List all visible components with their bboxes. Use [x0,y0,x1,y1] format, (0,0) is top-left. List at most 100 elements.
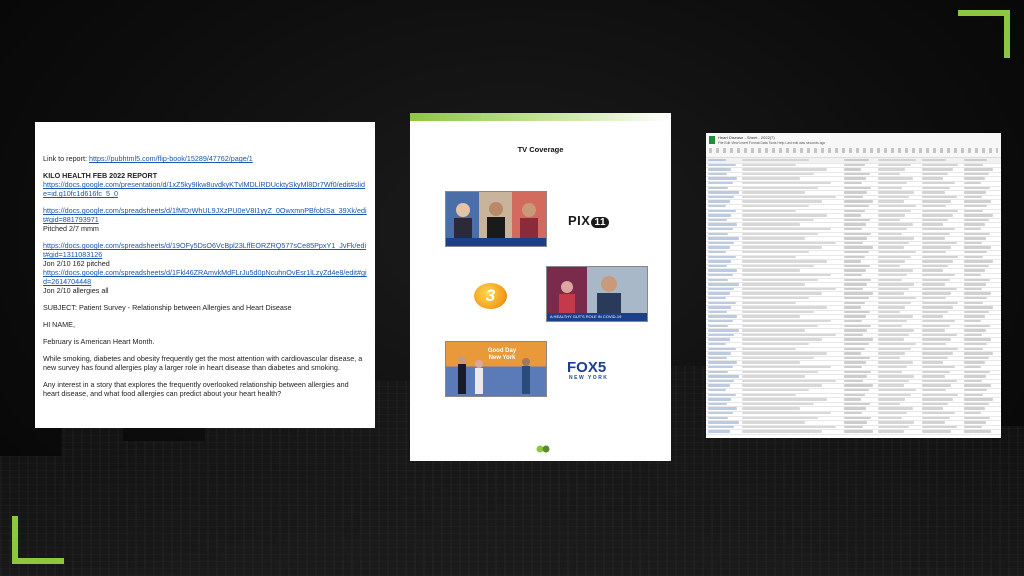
table-cell [708,218,728,222]
table-cell [844,379,864,383]
table-cell [844,214,861,217]
table-cell [964,370,990,373]
table-cell [922,356,949,360]
table-cell [742,223,801,226]
table-cell [708,343,726,346]
table-cell [922,218,949,222]
table-cell [964,333,982,337]
table-cell [742,228,832,231]
table-cell [708,425,735,429]
table-cell [708,389,726,392]
table-cell [742,246,823,249]
table-cell [964,301,984,304]
table-cell [964,347,984,350]
table-cell [844,352,861,355]
table-cell [844,306,861,309]
table-cell [964,324,990,327]
table-cell [964,228,981,231]
table-cell [844,338,873,341]
table-cell [878,237,915,240]
table-cell [878,301,911,304]
table-cell [742,209,796,212]
table-cell [964,260,993,263]
table-cell [708,182,733,185]
table-cell [708,402,728,406]
table-cell [878,283,915,286]
table-cell [708,163,736,166]
table-cell [742,232,818,235]
table-cell [878,228,908,231]
table-cell [844,301,865,304]
table-cell [964,237,986,240]
table-cell [922,407,943,410]
table-cell [742,237,805,240]
table-cell [708,370,729,373]
email-paragraph-3: Any interest in a story that explores th… [43,380,349,398]
table-cell [878,393,911,396]
spreadsheet-menu: File Edit View Insert Format Data Tools … [718,141,826,145]
table-cell [742,200,823,203]
table-cell [922,315,943,318]
table-cell [708,241,735,245]
table-cell [964,297,988,300]
table-cell [964,200,992,203]
table-cell [922,297,947,300]
spreadsheet-link-1[interactable]: https://docs.google.com/spreadsheets/d/1… [43,206,367,224]
email-paragraph-1: February is American Heart Month. [43,337,155,346]
table-cell [922,172,949,176]
table-cell [708,393,736,396]
table-cell [878,356,900,360]
jon-allergies-note: Jon 2/10 allergies all [43,286,109,295]
table-cell [844,255,865,258]
spreadsheet-link-2[interactable]: https://docs.google.com/spreadsheets/d/1… [43,241,367,259]
presentation-link[interactable]: https://docs.google.com/presentation/d/1… [43,180,367,198]
jon-pitched-note: Jon 2/10 162 pitched [43,259,110,268]
table-cell [742,320,832,323]
table-cell [708,186,729,189]
table-cell [708,379,735,383]
table-cell [742,347,796,350]
table-cell [844,402,870,406]
presenters-image [454,202,538,240]
table-cell [708,172,728,176]
table-cell [922,163,959,166]
table-cell [878,416,902,419]
table-cell [708,237,739,240]
table-cell [878,186,902,189]
table-cell [742,421,805,424]
slide-accent-bar [410,113,671,121]
table-cell [922,389,947,392]
table-cell [708,264,728,268]
spreadsheet-link-3[interactable]: https://docs.google.com/spreadsheets/d/1… [43,268,367,286]
table-cell [708,260,732,263]
table-cell [844,191,868,194]
table-cell [922,232,950,235]
tv-coverage-panel: TV Coverage PIX 11 3 A HEALTHY GUT'S ROLE… [410,113,671,461]
table-cell [708,269,738,272]
hosts-image [458,356,530,394]
table-cell [708,347,736,350]
table-row [706,429,1001,435]
table-cell [964,352,993,355]
table-cell [964,425,982,429]
table-cell [922,324,950,327]
table-cell [964,287,982,291]
table-cell [844,182,862,185]
table-cell [742,398,827,401]
table-cell [844,430,873,433]
table-cell [964,168,993,171]
table-cell [708,375,739,378]
table-cell [844,195,864,199]
table-cell [922,430,952,433]
table-cell [878,159,917,162]
table-cell [922,393,959,396]
report-link[interactable]: https://pubhtml5.com/flip-book/15289/477… [89,154,253,163]
report-prefix: Link to report: [43,154,89,163]
table-cell [708,278,729,281]
table-cell [922,306,954,309]
table-cell [742,177,801,180]
table-cell [878,375,915,378]
table-cell [878,182,908,185]
table-cell [878,214,906,217]
table-cell [878,379,909,383]
